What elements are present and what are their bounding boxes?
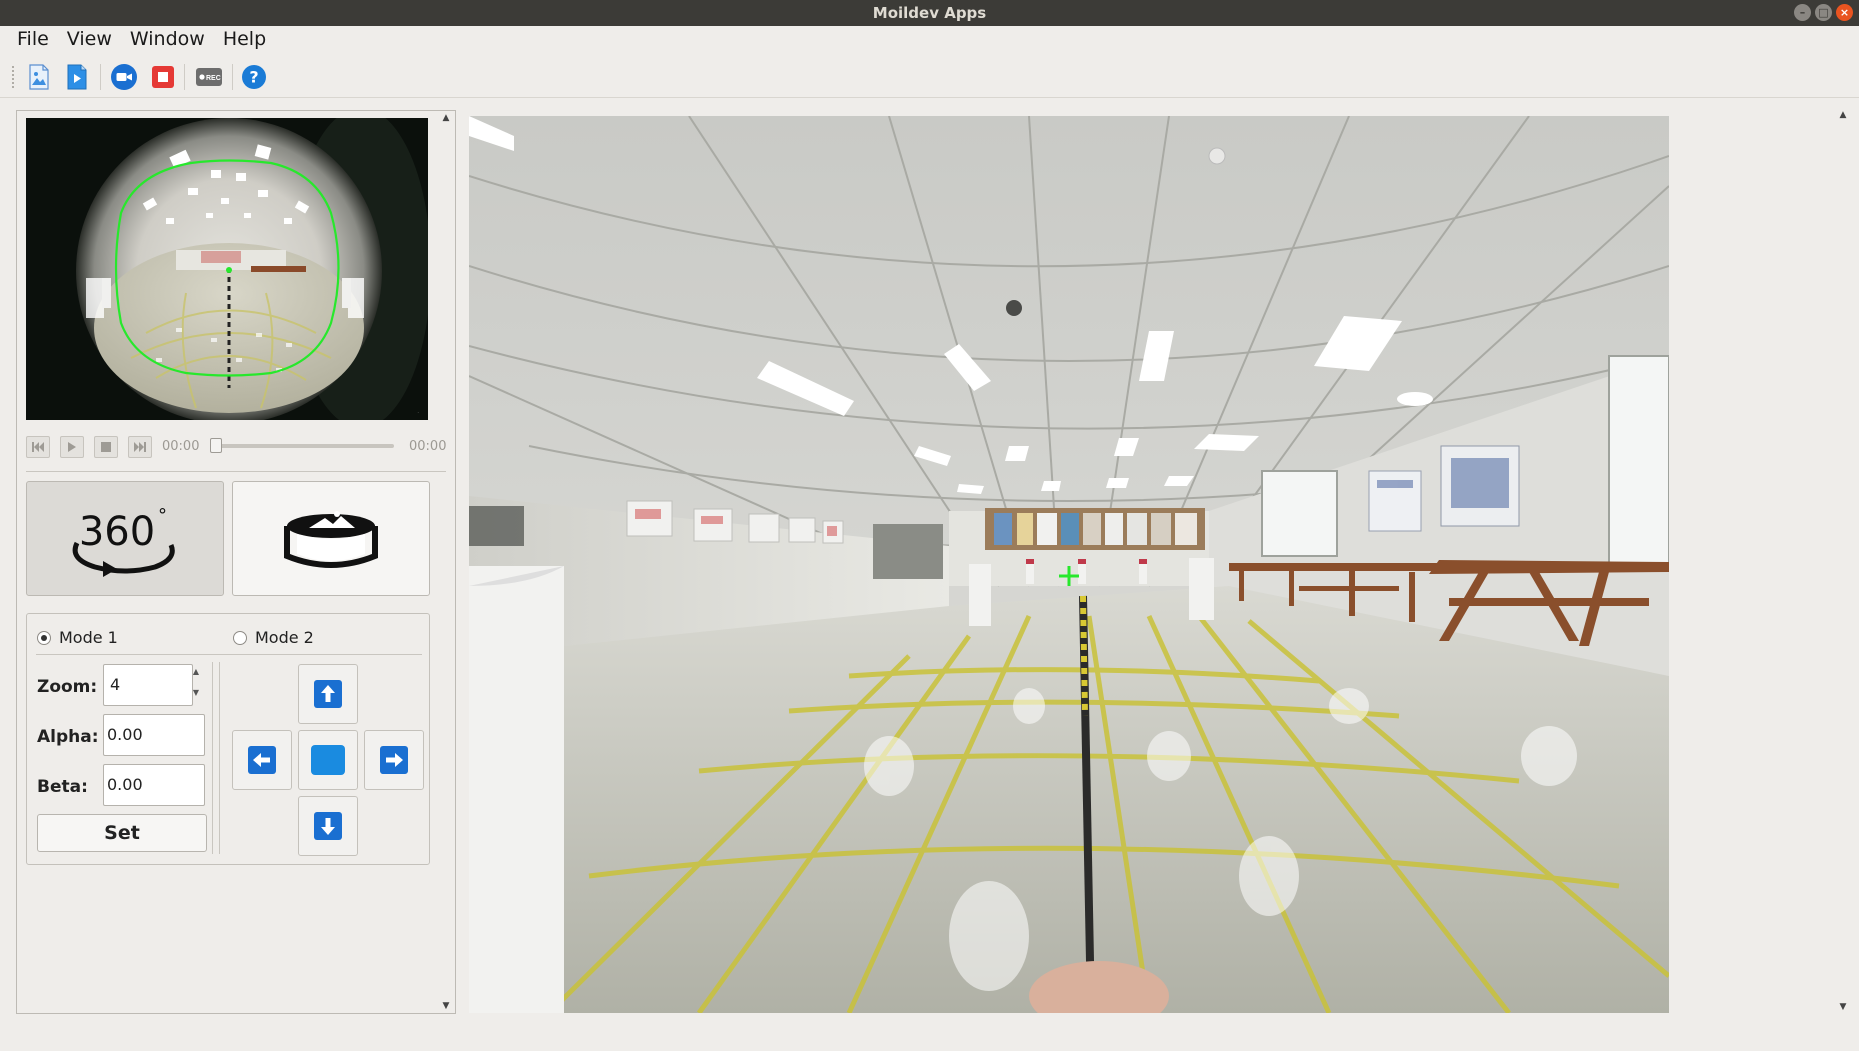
video-player-controls: 00:00 00:00 [26,433,446,459]
help-label: ? [249,68,258,87]
zoom-label: Zoom: [37,677,98,697]
set-button[interactable]: Set [37,814,207,852]
rewind-button[interactable] [26,436,50,458]
arrow-right-icon [380,746,408,774]
divider [26,471,446,472]
undistorted-image [469,116,1669,1013]
stop-icon [101,442,111,452]
rewind-icon [32,442,44,452]
fisheye-image: · [26,118,428,420]
scroll-down-arrow[interactable]: ▼ [1836,1000,1850,1014]
move-down-button[interactable] [298,796,358,856]
360-label: 360 [79,509,155,555]
move-right-button[interactable] [364,730,424,790]
mode2-label: Mode 2 [255,628,314,647]
forward-button[interactable] [128,436,152,458]
video-file-icon [67,64,87,90]
play-button[interactable] [60,436,84,458]
rotate-360-icon: 360 ° [72,505,175,577]
seek-slider-handle[interactable] [210,438,222,453]
minimize-button[interactable]: – [1794,4,1811,21]
help-button[interactable]: ? [240,63,268,91]
window-title: Moildev Apps [872,4,987,22]
menu-window[interactable]: Window [121,26,214,54]
menu-bar: File View Window Help [0,26,1859,54]
fast-forward-icon [134,442,146,452]
arrow-up-icon [314,680,342,708]
title-bar: Moildev Apps – □ × [0,0,1859,26]
degree-label: ° [158,505,167,526]
center-button[interactable] [298,730,358,790]
menu-file[interactable]: File [8,26,58,54]
stop-button[interactable] [149,63,177,91]
mode1-radio[interactable]: Mode 1 [37,628,118,647]
divider [212,662,213,854]
alpha-label: Alpha: [37,727,99,747]
rec-label: REC [206,75,221,82]
rec-icon: REC [196,68,222,86]
record-button[interactable]: REC [194,63,224,91]
open-camera-button[interactable] [110,63,138,91]
panorama-icon [284,510,378,568]
anypoint-360-button[interactable]: 360 ° [26,481,224,596]
left-panel-scrollbar[interactable]: ▲ ▼ [439,111,453,1013]
main-scrollbar[interactable]: ▲ ▼ [1836,108,1850,1014]
zoom-up-arrow[interactable]: ▲ [189,667,203,676]
arrow-left-icon [248,746,276,774]
open-image-button[interactable] [25,63,53,91]
beta-input[interactable]: 0.00 [103,764,205,806]
move-up-button[interactable] [298,664,358,724]
fisheye-preview[interactable]: · [26,118,428,420]
scroll-up-arrow[interactable]: ▲ [439,111,453,125]
toolbar-grip[interactable] [12,66,15,88]
arrow-down-icon [314,812,342,840]
radio-indicator [233,630,247,645]
maximize-button[interactable]: □ [1815,4,1832,21]
toolbar-separator [232,64,233,90]
mode2-radio[interactable]: Mode 2 [233,628,314,647]
center-square-icon [311,745,345,775]
zoom-down-arrow[interactable]: ▼ [189,688,203,697]
current-time: 00:00 [162,439,200,454]
move-left-button[interactable] [232,730,292,790]
control-panel: · 00:00 00:00 360 ° Mode 1 Mode 2 Zoom: … [16,110,456,1014]
scroll-down-arrow[interactable]: ▼ [439,999,453,1013]
radio-indicator [37,630,51,645]
panorama-button[interactable] [232,481,430,596]
beta-label: Beta: [37,777,88,797]
alpha-input[interactable]: 0.00 [103,714,205,756]
play-icon [68,442,76,452]
camera-icon [111,64,137,90]
open-video-button[interactable] [63,63,91,91]
menu-view[interactable]: View [58,26,121,54]
zoom-spinbox[interactable]: 4 [103,664,193,706]
toolbar-separator [184,64,185,90]
image-file-icon [29,64,49,90]
divider [219,662,220,854]
toolbar-separator [100,64,101,90]
close-button[interactable]: × [1836,4,1853,21]
parameter-controls: Mode 1 Mode 2 Zoom: 4 ▲ ▼ Alpha: 0.00 Be… [26,613,430,865]
toolbar: REC ? [0,54,1859,98]
main-view[interactable] [469,116,1669,1013]
stop-playback-button[interactable] [94,436,118,458]
scroll-up-arrow[interactable]: ▲ [1836,108,1850,122]
stop-icon [152,66,174,88]
mode1-label: Mode 1 [59,628,118,647]
menu-help[interactable]: Help [214,26,275,54]
seek-slider-track[interactable] [216,444,394,448]
divider [36,654,422,655]
help-icon: ? [242,65,266,89]
